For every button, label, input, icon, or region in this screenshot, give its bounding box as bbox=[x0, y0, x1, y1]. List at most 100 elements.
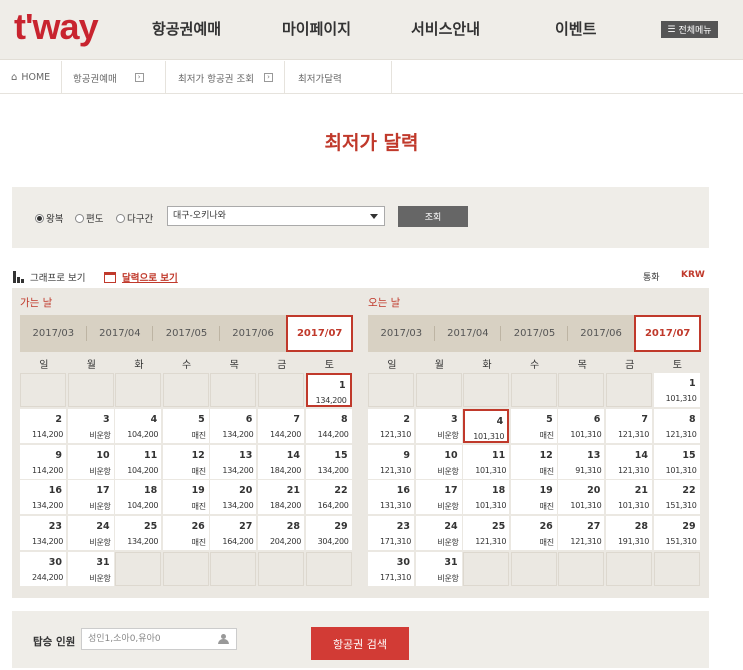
depart-month-tab[interactable]: 2017/07 bbox=[286, 315, 353, 352]
return-day-cell[interactable]: 2 121,310 bbox=[368, 408, 414, 443]
return-day-cell[interactable]: 5 매진 bbox=[510, 408, 557, 443]
return-day-cell[interactable]: 10 비운항 bbox=[415, 444, 462, 479]
return-day-cell[interactable]: 26 매진 bbox=[510, 516, 557, 551]
return-day-cell[interactable]: 7 121,310 bbox=[606, 408, 652, 443]
depart-day-cell[interactable]: 21 184,200 bbox=[258, 480, 304, 515]
depart-day-cell[interactable]: 30 244,200 bbox=[20, 552, 66, 586]
return-day-cell[interactable]: 17 비운항 bbox=[415, 480, 462, 515]
depart-day-cell[interactable]: 25 134,200 bbox=[115, 516, 162, 551]
depart-day-cell[interactable]: 9 114,200 bbox=[20, 444, 66, 479]
return-day-cell[interactable]: 8 121,310 bbox=[653, 408, 700, 443]
passenger-input[interactable]: 성인1,소아0,유아0 bbox=[81, 628, 237, 650]
return-day-cell[interactable]: 4 101,310 bbox=[463, 408, 510, 443]
search-flights-button[interactable]: 항공권 검색 bbox=[311, 627, 409, 660]
return-day-cell[interactable]: 30 171,310 bbox=[368, 552, 414, 586]
depart-day-cell[interactable]: 19 매진 bbox=[162, 480, 209, 515]
nav-service[interactable]: 서비스안내 bbox=[411, 18, 480, 39]
trip-round-radio[interactable]: 왕복 bbox=[35, 211, 63, 225]
trip-oneway-radio[interactable]: 편도 bbox=[75, 211, 103, 225]
depart-day-cell[interactable]: 1 134,200 bbox=[305, 373, 352, 407]
calendar-view-toggle[interactable]: 달력으로 보기 bbox=[104, 270, 178, 284]
depart-day-cell[interactable]: 6 134,200 bbox=[210, 408, 257, 443]
depart-day-cell[interactable]: 31 비운항 bbox=[67, 552, 114, 586]
breadcrumb-home[interactable]: ⌂ HOME bbox=[0, 61, 62, 94]
return-day-cell[interactable]: 23 171,310 bbox=[368, 516, 414, 551]
calendar-view-label: 달력으로 보기 bbox=[122, 273, 178, 284]
graph-view-toggle[interactable]: 그래프로 보기 bbox=[13, 270, 85, 284]
return-day-cell[interactable]: 27 121,310 bbox=[558, 516, 605, 551]
depart-day-cell[interactable]: 27 164,200 bbox=[210, 516, 257, 551]
route-select[interactable]: 대구-오키나와 bbox=[167, 206, 385, 226]
depart-month-tab[interactable]: 2017/04 bbox=[87, 315, 154, 352]
nav-booking[interactable]: 항공권예매 bbox=[152, 18, 221, 39]
depart-day-cell[interactable]: 11 104,200 bbox=[115, 444, 162, 479]
return-month-tab[interactable]: 2017/05 bbox=[501, 315, 568, 352]
depart-day-cell[interactable]: 4 104,200 bbox=[115, 408, 162, 443]
return-day-cell[interactable]: 13 91,310 bbox=[558, 444, 605, 479]
depart-day-cell[interactable]: 10 비운항 bbox=[67, 444, 114, 479]
depart-day-cell[interactable]: 13 134,200 bbox=[210, 444, 257, 479]
return-day-cell[interactable]: 24 비운항 bbox=[415, 516, 462, 551]
return-day-cell[interactable]: 3 비운항 bbox=[415, 408, 462, 443]
return-day-cell[interactable]: 1 101,310 bbox=[653, 373, 700, 407]
depart-day-cell[interactable]: 22 164,200 bbox=[305, 480, 352, 515]
return-day-cell[interactable]: 15 101,310 bbox=[653, 444, 700, 479]
depart-day-cell[interactable]: 14 184,200 bbox=[258, 444, 304, 479]
depart-day-cell[interactable]: 24 비운항 bbox=[67, 516, 114, 551]
return-month-tab[interactable]: 2017/06 bbox=[568, 315, 635, 352]
return-month-tab[interactable]: 2017/07 bbox=[634, 315, 701, 352]
return-month-tab[interactable]: 2017/03 bbox=[368, 315, 435, 352]
depart-day-cell[interactable]: 5 매진 bbox=[162, 408, 209, 443]
return-day-cell[interactable]: 25 121,310 bbox=[463, 516, 510, 551]
return-day-cell[interactable]: 11 101,310 bbox=[463, 444, 510, 479]
depart-month-tab[interactable]: 2017/06 bbox=[220, 315, 287, 352]
return-day-cell[interactable]: 28 191,310 bbox=[606, 516, 652, 551]
depart-day-cell[interactable]: 8 144,200 bbox=[305, 408, 352, 443]
breadcrumb-calendar: 최저가달력 bbox=[285, 61, 392, 94]
depart-day-cell[interactable]: 23 134,200 bbox=[20, 516, 66, 551]
day-number: 29 bbox=[682, 521, 696, 533]
depart-day-cell[interactable]: 28 204,200 bbox=[258, 516, 304, 551]
depart-day-cell[interactable]: 18 104,200 bbox=[115, 480, 162, 515]
depart-day-cell[interactable]: 29 304,200 bbox=[305, 516, 352, 551]
lookup-button[interactable]: 조회 bbox=[398, 206, 468, 227]
depart-day-cell[interactable]: 16 134,200 bbox=[20, 480, 66, 515]
return-day-cell[interactable]: 12 매진 bbox=[510, 444, 557, 479]
return-day-cell[interactable]: 9 121,310 bbox=[368, 444, 414, 479]
depart-day-cell[interactable]: 17 비운항 bbox=[67, 480, 114, 515]
depart-day-cell[interactable]: 20 134,200 bbox=[210, 480, 257, 515]
day-number: 7 bbox=[641, 413, 648, 425]
depart-day-cell[interactable]: 2 114,200 bbox=[20, 408, 66, 443]
empty-day-cell bbox=[606, 373, 652, 407]
return-day-cell[interactable]: 29 151,310 bbox=[653, 516, 700, 551]
person-icon[interactable] bbox=[218, 634, 229, 644]
breadcrumb-home-label: HOME bbox=[21, 72, 51, 83]
depart-day-cell[interactable]: 26 매진 bbox=[162, 516, 209, 551]
tway-logo[interactable]: t'way bbox=[14, 6, 99, 48]
return-day-cell[interactable]: 21 101,310 bbox=[606, 480, 652, 515]
nav-event[interactable]: 이벤트 bbox=[555, 18, 596, 39]
depart-month-tab[interactable]: 2017/03 bbox=[20, 315, 87, 352]
return-day-cell[interactable]: 22 151,310 bbox=[653, 480, 700, 515]
return-day-cell[interactable]: 6 101,310 bbox=[558, 408, 605, 443]
return-day-cell[interactable]: 19 매진 bbox=[510, 480, 557, 515]
trip-multi-radio[interactable]: 다구간 bbox=[116, 211, 153, 225]
return-day-cell[interactable]: 14 121,310 bbox=[606, 444, 652, 479]
day-fare: 164,200 bbox=[222, 537, 254, 547]
all-menu-button[interactable]: ☰ 전체메뉴 bbox=[661, 21, 718, 38]
depart-day-cell[interactable]: 12 매진 bbox=[162, 444, 209, 479]
depart-day-cell[interactable]: 7 144,200 bbox=[258, 408, 304, 443]
currency-value[interactable]: KRW bbox=[681, 270, 705, 280]
return-day-cell[interactable]: 20 101,310 bbox=[558, 480, 605, 515]
depart-day-cell[interactable]: 15 134,200 bbox=[305, 444, 352, 479]
breadcrumb-booking[interactable]: 항공권예매 › bbox=[62, 61, 166, 94]
return-day-cell[interactable]: 16 131,310 bbox=[368, 480, 414, 515]
depart-day-cell[interactable]: 3 비운항 bbox=[67, 408, 114, 443]
return-month-tab[interactable]: 2017/04 bbox=[435, 315, 502, 352]
return-day-cell[interactable]: 18 101,310 bbox=[463, 480, 510, 515]
nav-mypage[interactable]: 마이페이지 bbox=[282, 18, 351, 39]
return-day-cell[interactable]: 31 비운항 bbox=[415, 552, 462, 586]
depart-month-tab[interactable]: 2017/05 bbox=[153, 315, 220, 352]
day-fare: 매진 bbox=[539, 538, 554, 548]
breadcrumb-lowest-fare[interactable]: 최저가 항공권 조회 › bbox=[166, 61, 285, 94]
